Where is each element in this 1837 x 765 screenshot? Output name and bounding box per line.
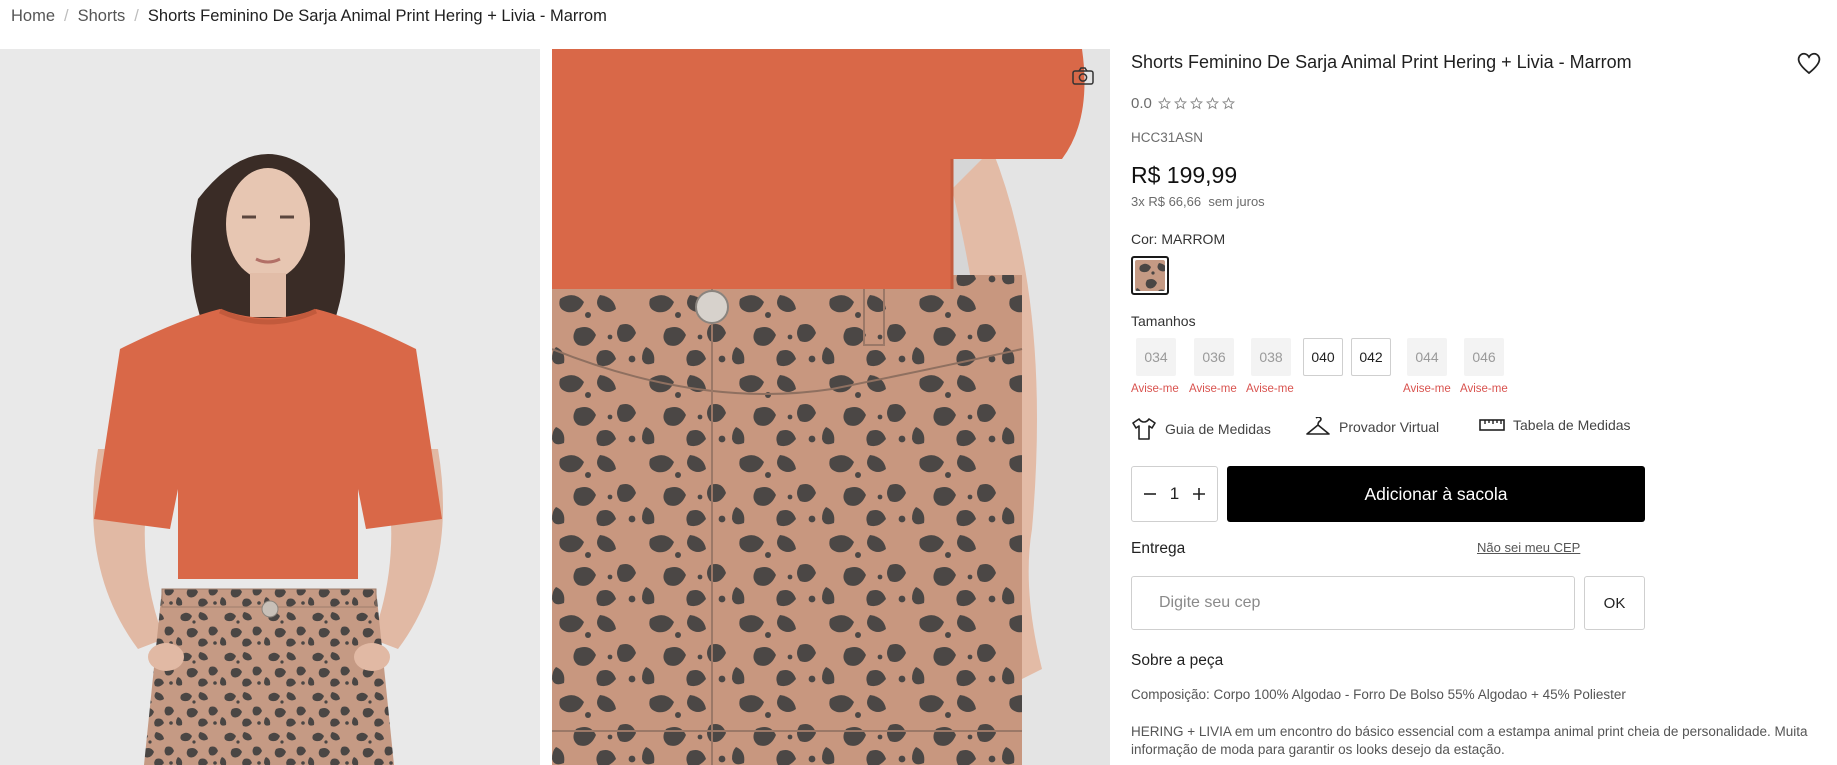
size-034[interactable]: 034 bbox=[1136, 338, 1176, 376]
size-label: 038 bbox=[1259, 349, 1283, 365]
star-icon bbox=[1189, 97, 1203, 110]
camera-icon[interactable] bbox=[1070, 63, 1096, 89]
size-label: 046 bbox=[1472, 349, 1496, 365]
sizes-label: Tamanhos bbox=[1131, 313, 1196, 329]
size-label: 044 bbox=[1415, 349, 1439, 365]
plus-icon[interactable] bbox=[1189, 482, 1209, 506]
star-icon bbox=[1157, 97, 1171, 110]
size-044[interactable]: 044 bbox=[1407, 338, 1447, 376]
rating: 0.0 bbox=[1131, 95, 1235, 112]
installments-text: 3x R$ 66,66 sem juros bbox=[1131, 194, 1265, 209]
breadcrumb-separator: / bbox=[134, 6, 139, 25]
color-label: Cor: MARROM bbox=[1131, 231, 1226, 247]
virtual-fitting-label: Provador Virtual bbox=[1339, 419, 1440, 435]
about-section-title: Sobre a peça bbox=[1131, 652, 1224, 669]
rating-stars bbox=[1157, 97, 1235, 110]
quantity-value[interactable]: 1 bbox=[1170, 484, 1179, 504]
size-label: 034 bbox=[1144, 349, 1168, 365]
virtual-fitting-link[interactable]: Provador Virtual bbox=[1305, 417, 1439, 437]
product-price: R$ 199,99 bbox=[1131, 162, 1238, 188]
model-photo bbox=[0, 49, 540, 765]
product-image-model[interactable] bbox=[0, 49, 540, 765]
breadcrumb-current: Shorts Feminino De Sarja Animal Print He… bbox=[147, 6, 607, 25]
size-040[interactable]: 040 bbox=[1303, 338, 1343, 376]
product-sku: HCC31ASN bbox=[1131, 130, 1204, 145]
cep-ok-button[interactable]: OK bbox=[1584, 576, 1645, 630]
heart-icon[interactable] bbox=[1795, 49, 1823, 77]
star-icon bbox=[1173, 97, 1187, 110]
closeup-photo bbox=[552, 49, 1110, 765]
measurement-links: Guia de Medidas Provador Virtual Tabela … bbox=[1131, 417, 1831, 443]
size-label: 042 bbox=[1359, 349, 1383, 365]
measurement-table-link[interactable]: Tabela de Medidas bbox=[1479, 417, 1631, 433]
notify-me-link[interactable]: Avise-me bbox=[1131, 383, 1179, 395]
size-guide-link[interactable]: Guia de Medidas bbox=[1131, 417, 1271, 441]
breadcrumb: Home / Shorts / Shorts Feminino De Sarja… bbox=[11, 6, 607, 26]
star-icon bbox=[1221, 97, 1235, 110]
size-036[interactable]: 036 bbox=[1194, 338, 1234, 376]
size-guide-label: Guia de Medidas bbox=[1165, 421, 1271, 437]
size-046[interactable]: 046 bbox=[1464, 338, 1504, 376]
tshirt-icon bbox=[1132, 418, 1156, 440]
breadcrumb-home-link[interactable]: Home bbox=[11, 7, 55, 26]
delivery-label: Entrega bbox=[1131, 540, 1186, 557]
product-image-closeup[interactable] bbox=[552, 49, 1110, 765]
hanger-icon bbox=[1306, 417, 1330, 435]
product-title: Shorts Feminino De Sarja Animal Print He… bbox=[1131, 52, 1632, 72]
cep-input[interactable] bbox=[1131, 576, 1575, 630]
ruler-icon bbox=[1479, 419, 1505, 431]
size-label: 036 bbox=[1202, 349, 1226, 365]
rating-value: 0.0 bbox=[1131, 95, 1152, 112]
notify-me-link[interactable]: Avise-me bbox=[1246, 383, 1294, 395]
size-042[interactable]: 042 bbox=[1351, 338, 1391, 376]
measurement-table-label: Tabela de Medidas bbox=[1513, 417, 1631, 433]
size-label: 040 bbox=[1311, 349, 1335, 365]
add-to-bag-button[interactable]: Adicionar à sacola bbox=[1227, 466, 1645, 522]
breadcrumb-separator: / bbox=[64, 6, 69, 25]
size-038[interactable]: 038 bbox=[1251, 338, 1291, 376]
unknown-cep-link[interactable]: Não sei meu CEP bbox=[1477, 540, 1580, 555]
notify-me-link[interactable]: Avise-me bbox=[1403, 383, 1451, 395]
description-text: HERING + LIVIA em um encontro do básico … bbox=[1131, 724, 1808, 757]
star-icon bbox=[1205, 97, 1219, 110]
quantity-stepper: 1 bbox=[1131, 466, 1218, 522]
breadcrumb-shorts-link[interactable]: Shorts bbox=[78, 7, 126, 26]
notify-me-link[interactable]: Avise-me bbox=[1189, 383, 1237, 395]
notify-me-link[interactable]: Avise-me bbox=[1460, 383, 1508, 395]
leopard-swatch-pattern bbox=[1135, 260, 1165, 291]
color-swatch-marrom[interactable] bbox=[1131, 256, 1169, 295]
minus-icon[interactable] bbox=[1140, 482, 1160, 506]
composition-text: Composição: Corpo 100% Algodao - Forro D… bbox=[1131, 687, 1626, 702]
